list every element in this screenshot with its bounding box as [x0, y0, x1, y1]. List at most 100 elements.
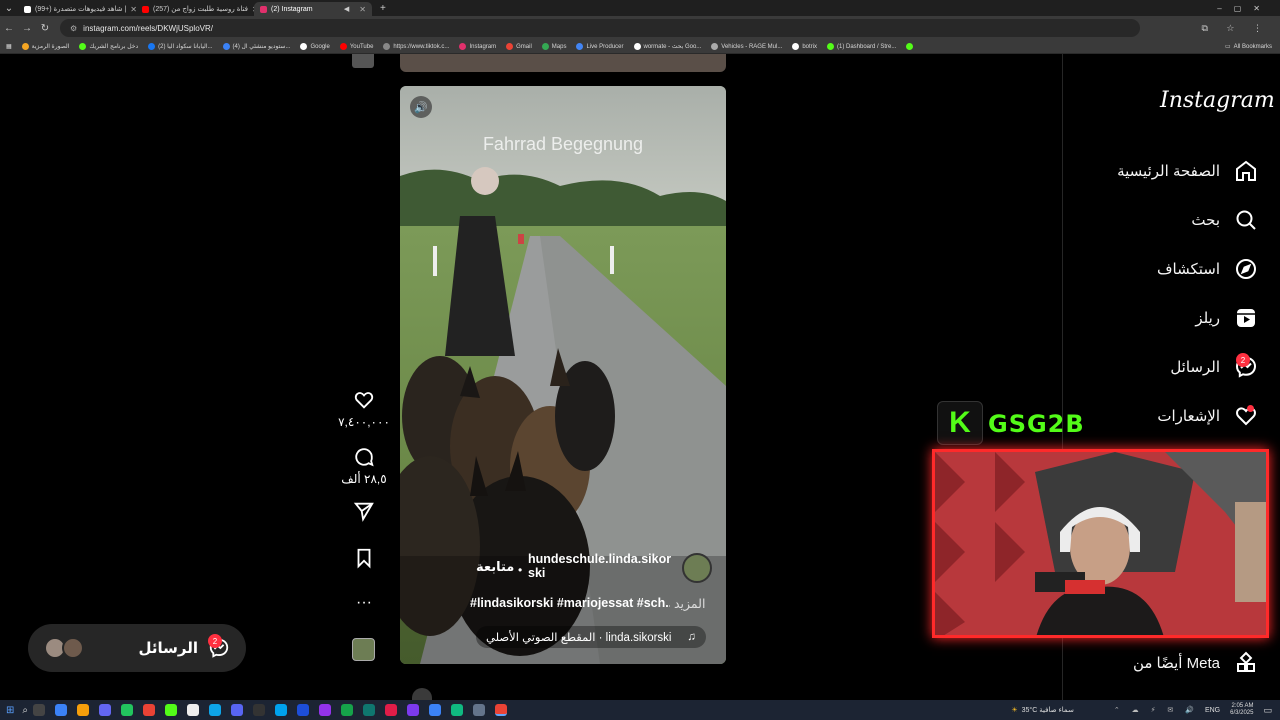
more-options[interactable]: ···: [340, 594, 388, 612]
bookmark-3[interactable]: (4) ستوديو منشئي ال...: [222, 43, 290, 50]
follow-button[interactable]: متابعة: [476, 559, 514, 575]
music-note-icon: ♫: [687, 631, 696, 643]
comment-action[interactable]: ٢٨,٥ ألف: [340, 446, 388, 486]
more-link[interactable]: المزيد: [674, 596, 705, 611]
messages-floating-button[interactable]: الرسائل 2: [28, 624, 246, 672]
tab-3[interactable]: (2) Instagram ◀ ✕: [254, 2, 372, 16]
author-avatar[interactable]: [682, 553, 712, 583]
bookmark-6[interactable]: https://www.tiktok.c...: [383, 43, 449, 50]
app-icon[interactable]: [187, 704, 199, 716]
back-icon[interactable]: ←: [0, 23, 18, 34]
author-username[interactable]: hundeschule.linda.sikor ski: [528, 552, 676, 580]
app-icon[interactable]: [363, 704, 375, 716]
bookmark-12[interactable]: Vehicles - RAGE Mul...: [711, 43, 782, 50]
app-icon[interactable]: [341, 704, 353, 716]
search-icon[interactable]: ⌕: [22, 705, 28, 716]
skype-icon[interactable]: [275, 704, 287, 716]
next-reel-mute-toggle[interactable]: [412, 688, 432, 700]
clock[interactable]: 2:05 AM 6/3/2025: [1230, 703, 1253, 717]
audio-chip[interactable]: المقطع الصوتي الأصلي · linda.sikorski ♫: [476, 626, 706, 648]
start-icon[interactable]: ⊞: [6, 705, 14, 716]
nav-reels[interactable]: ريلز: [1195, 306, 1258, 330]
instagram-logo[interactable]: Instagram: [1160, 88, 1275, 113]
home-icon: [1236, 160, 1256, 181]
bookmark-8[interactable]: Gmail: [506, 43, 532, 50]
bookmark-1[interactable]: دخل برنامج الشريك: [79, 43, 138, 50]
app-icon[interactable]: [429, 704, 441, 716]
globe-icon: [383, 43, 391, 50]
telegram-icon[interactable]: [209, 704, 221, 716]
discord-icon[interactable]: [231, 704, 243, 716]
folder-icon: ▭: [1224, 44, 1231, 50]
bookmark-7[interactable]: Instagram: [459, 43, 496, 50]
mute-toggle[interactable]: 🔊: [410, 96, 432, 118]
facebook-icon: [148, 43, 156, 50]
like-action[interactable]: ٧,٤٠٠,٠٠٠: [338, 389, 390, 429]
close-icon[interactable]: ✕: [359, 5, 366, 14]
share-action[interactable]: [340, 500, 388, 522]
task-view-icon[interactable]: [33, 704, 45, 716]
dot-separator: •: [518, 563, 523, 577]
bookmark-2[interactable]: (2) اليابانا سكواد اليا...: [148, 43, 213, 50]
youtube-icon: [142, 5, 149, 13]
nav-more-from-meta[interactable]: أيضًا من Meta: [1133, 651, 1258, 675]
app-icon[interactable]: [55, 704, 67, 716]
app-icon[interactable]: [473, 704, 485, 716]
toolbar-icons[interactable]: ⧉ ☆ ⋮: [1202, 23, 1271, 34]
tab-1[interactable]: (99+) شاهد فيديوهات متصدرة | ✕: [18, 2, 136, 16]
premiere-icon[interactable]: [319, 704, 331, 716]
nav-messages[interactable]: الرسائل 2: [1170, 353, 1258, 379]
app-icon[interactable]: [407, 704, 419, 716]
nav-home[interactable]: الصفحة الرئيسية: [1117, 159, 1258, 183]
nav-notifications-label: الإشعارات: [1157, 408, 1220, 425]
previous-reel-avatar[interactable]: [352, 54, 374, 68]
nav-notifications[interactable]: الإشعارات: [1157, 404, 1258, 428]
tab-2[interactable]: (257) فتاة روسية طلبت زواج من ✕: [136, 2, 254, 16]
save-action[interactable]: [340, 547, 388, 569]
app-icon[interactable]: [297, 704, 309, 716]
previous-reel[interactable]: [400, 54, 726, 72]
all-bookmarks[interactable]: ▭ All Bookmarks: [1224, 43, 1272, 51]
window-controls[interactable]: –▢✕: [1217, 4, 1272, 13]
weather-text[interactable]: 35°C سماء صافية: [1022, 706, 1074, 714]
kick-icon: [906, 43, 914, 50]
chrome-active-icon[interactable]: [495, 704, 507, 716]
app-icon[interactable]: [77, 704, 89, 716]
new-tab-button[interactable]: +: [380, 3, 386, 14]
audio-thumbnail[interactable]: [352, 638, 375, 661]
reload-icon[interactable]: ↻: [36, 23, 54, 34]
app-icon[interactable]: [99, 704, 111, 716]
reel-video[interactable]: Fahrrad Begegnung 🔊 hundeschule.linda.si…: [400, 86, 726, 664]
language-indicator[interactable]: ENG: [1205, 707, 1220, 714]
tray-icons[interactable]: ⌃ ☁ ⚡ ✉ 🔊: [1114, 706, 1199, 714]
speaker-icon[interactable]: ◀: [344, 5, 349, 13]
bookmark-4[interactable]: Google: [300, 43, 330, 50]
apps-icon[interactable]: ▦: [6, 43, 12, 50]
tab-list-button[interactable]: ⌄: [0, 3, 18, 14]
kick-icon[interactable]: [165, 704, 177, 716]
bookmark-10[interactable]: Live Producer: [576, 43, 624, 50]
app-icon[interactable]: [385, 704, 397, 716]
notification-center-icon[interactable]: ▭: [1263, 705, 1272, 716]
bookmark-9[interactable]: Maps: [541, 43, 566, 50]
instagram-icon: [459, 43, 467, 50]
bookmark-5[interactable]: YouTube: [339, 43, 373, 50]
chrome-icon[interactable]: [143, 704, 155, 716]
send-icon: [353, 502, 374, 522]
url-field[interactable]: ⚙ instagram.com/reels/DKWjUSploVR/: [60, 19, 1140, 37]
nav-search[interactable]: بحث: [1191, 208, 1258, 232]
audio-label: المقطع الصوتي الأصلي · linda.sikorski: [486, 632, 672, 644]
obs-icon[interactable]: [253, 704, 265, 716]
app-icon[interactable]: [451, 704, 463, 716]
bookmark-15[interactable]: [906, 43, 914, 50]
bookmark-0[interactable]: الصورة الرمزية: [21, 43, 69, 50]
speaker-icon: 🔊: [414, 101, 428, 114]
bookmark-11[interactable]: wormate - بحث Goo...: [633, 43, 701, 50]
site-info-icon[interactable]: ⚙: [70, 24, 77, 33]
bookmark-13[interactable]: botrix: [792, 43, 817, 50]
forward-icon[interactable]: →: [18, 23, 36, 34]
explore-icon: [1236, 259, 1256, 279]
bookmark-14[interactable]: (1) Dashboard / Stre...: [827, 43, 896, 50]
whatsapp-icon[interactable]: [121, 704, 133, 716]
nav-explore[interactable]: استكشاف: [1157, 257, 1258, 281]
